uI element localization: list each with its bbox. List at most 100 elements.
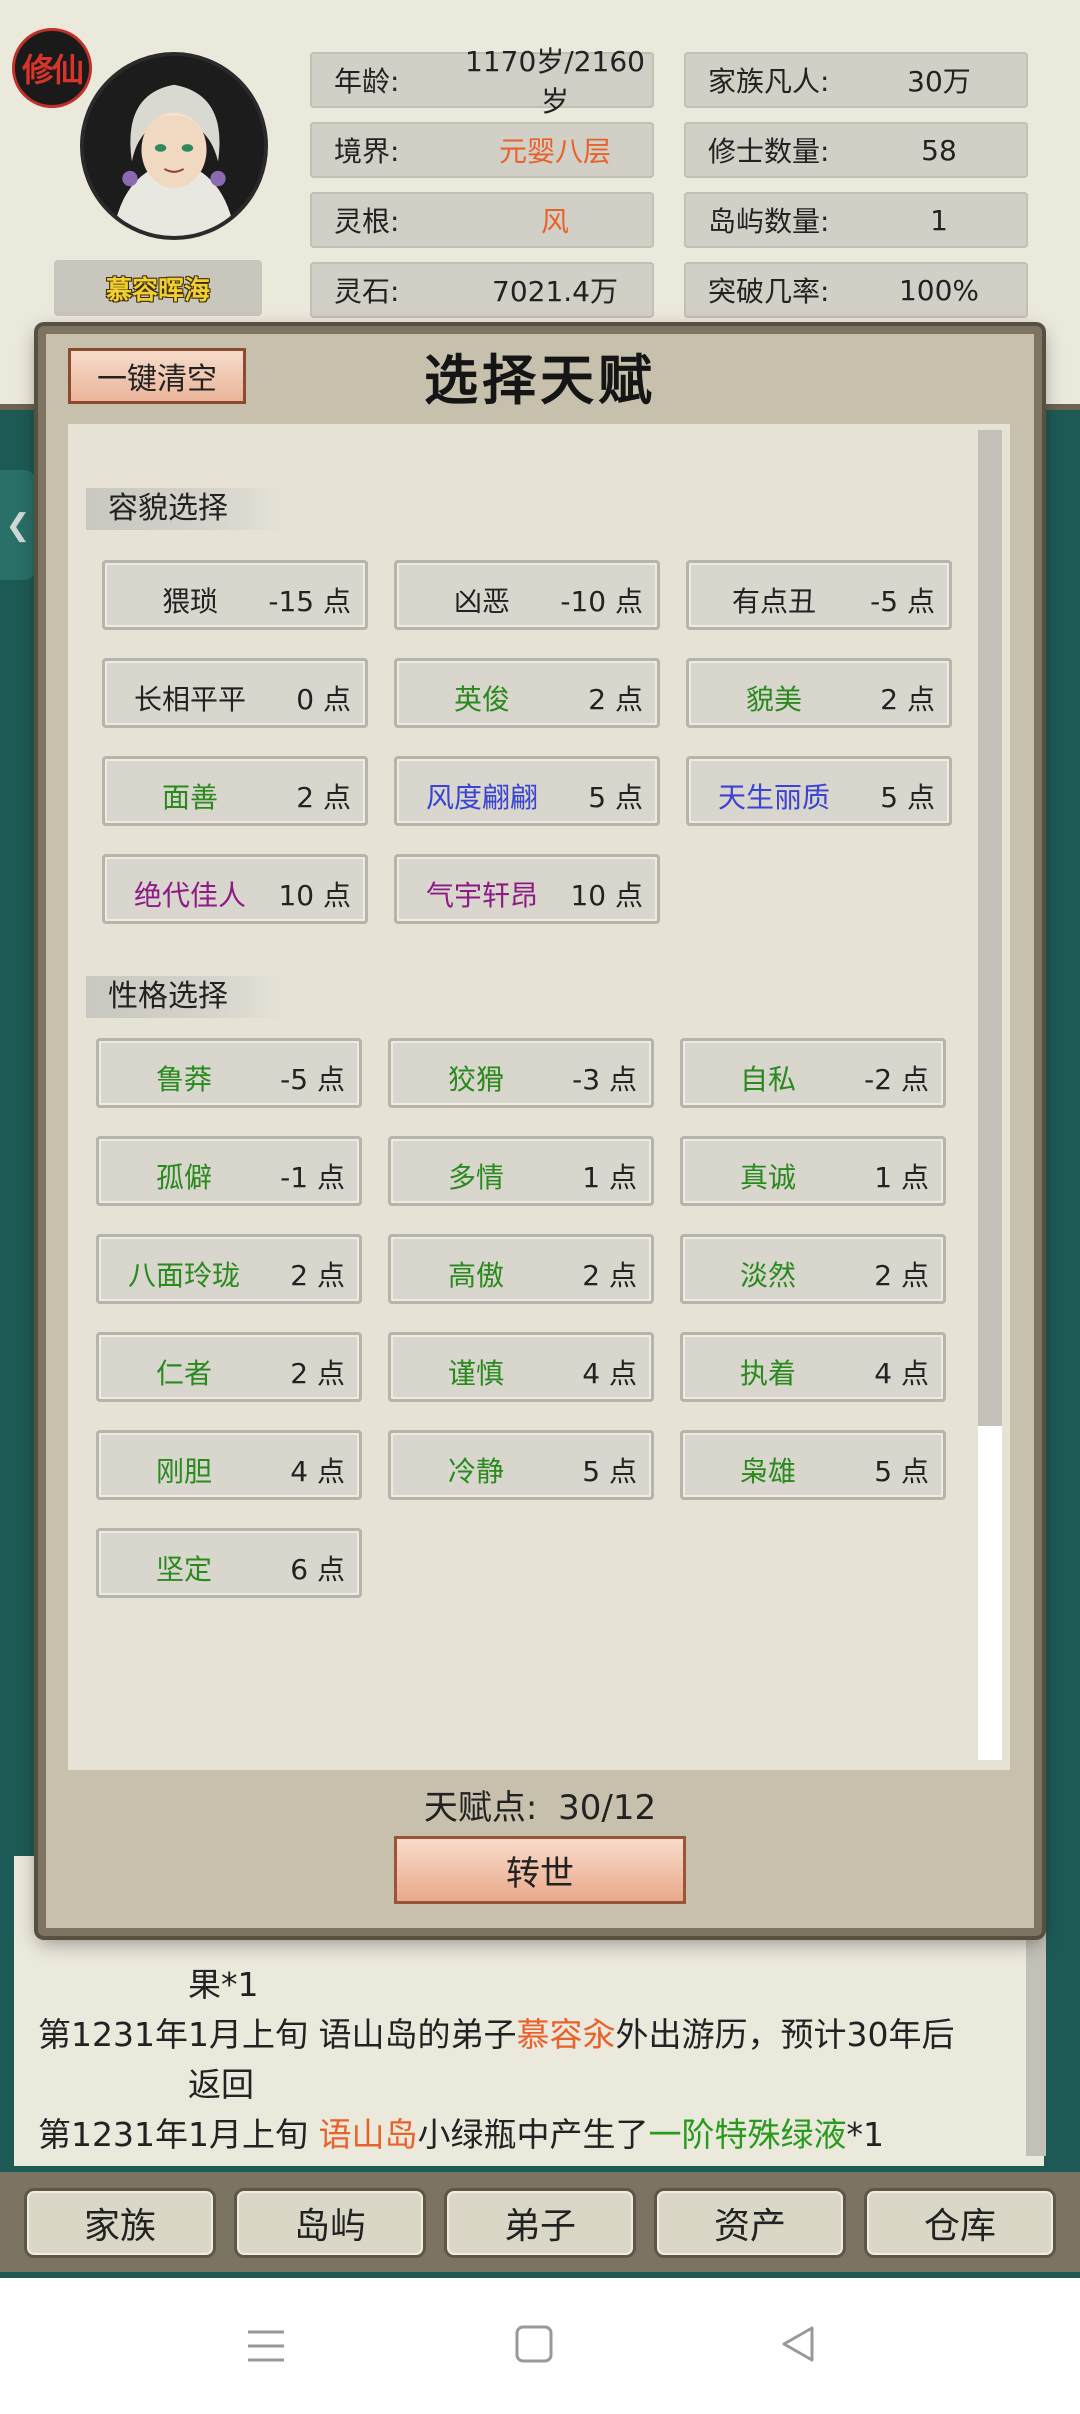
- stat-label: 岛屿数量:: [708, 205, 830, 238]
- talent-option[interactable]: 有点丑 -5 点: [686, 560, 952, 630]
- modal-title: 选择天赋: [424, 348, 656, 412]
- stat-island-count: 岛屿数量: 1: [684, 192, 1028, 248]
- talent-option[interactable]: 冷静 5 点: [388, 1430, 654, 1500]
- log-text: 外出游历，预计30年后: [615, 2015, 955, 2054]
- talent-option[interactable]: 气宇轩昂 10 点: [394, 854, 660, 924]
- stat-label: 突破几率:: [708, 275, 830, 308]
- talent-option[interactable]: 天生丽质 5 点: [686, 756, 952, 826]
- menu-icon[interactable]: [244, 2324, 288, 2368]
- talent-option[interactable]: 猥琐 -15 点: [102, 560, 368, 630]
- stat-label: 家族凡人:: [708, 65, 830, 98]
- talent-option[interactable]: 凶恶 -10 点: [394, 560, 660, 630]
- reincarnate-button[interactable]: 转世: [394, 1836, 686, 1904]
- talent-name: 有点丑: [731, 585, 816, 618]
- talent-option[interactable]: 面善 2 点: [102, 756, 368, 826]
- talent-option[interactable]: 淡然 2 点: [680, 1234, 946, 1304]
- nav-island-button[interactable]: 岛屿: [234, 2188, 426, 2258]
- talent-name: 自私: [739, 1063, 796, 1096]
- talent-option[interactable]: 仁者 2 点: [96, 1332, 362, 1402]
- character-avatar[interactable]: [80, 52, 268, 240]
- log-line: 返回: [188, 2060, 254, 2110]
- left-arrow-icon[interactable]: ❮: [0, 470, 36, 580]
- talent-points: 0 点: [296, 683, 351, 716]
- personality-section-title: 性格选择: [86, 976, 286, 1018]
- talent-points: 5 点: [582, 1455, 637, 1488]
- stat-value: 元婴八层: [498, 135, 611, 168]
- talent-option[interactable]: 高傲 2 点: [388, 1234, 654, 1304]
- talent-points: 5 点: [874, 1455, 929, 1488]
- talent-option[interactable]: 长相平平 0 点: [102, 658, 368, 728]
- talent-points: 2 点: [290, 1259, 345, 1292]
- nav-disciples-button[interactable]: 弟子: [444, 2188, 636, 2258]
- talent-name: 凶恶: [453, 585, 510, 618]
- game-seal-logo: 修仙: [12, 28, 92, 108]
- talent-option[interactable]: 真诚 1 点: [680, 1136, 946, 1206]
- home-icon[interactable]: [514, 2324, 554, 2364]
- talent-option[interactable]: 英俊 2 点: [394, 658, 660, 728]
- talent-points: -5 点: [870, 585, 935, 618]
- talent-option[interactable]: 多情 1 点: [388, 1136, 654, 1206]
- clear-all-button[interactable]: 一键清空: [68, 348, 246, 404]
- talent-points: -15 点: [268, 585, 351, 618]
- talent-option[interactable]: 自私 -2 点: [680, 1038, 946, 1108]
- stat-spirit-root: 灵根: 风: [310, 192, 654, 248]
- talent-points: 2 点: [290, 1357, 345, 1390]
- talent-option[interactable]: 貌美 2 点: [686, 658, 952, 728]
- talent-points: -5 点: [280, 1063, 345, 1096]
- talent-option[interactable]: 执着 4 点: [680, 1332, 946, 1402]
- stat-label: 年龄:: [334, 65, 400, 98]
- talent-name: 猥琐: [161, 585, 218, 618]
- talent-name: 狡猾: [447, 1063, 504, 1096]
- talent-option[interactable]: 八面玲珑 2 点: [96, 1234, 362, 1304]
- talent-option[interactable]: 孤僻 -1 点: [96, 1136, 362, 1206]
- talent-name: 八面玲珑: [127, 1259, 240, 1292]
- talent-points: 2 点: [588, 683, 643, 716]
- talent-name: 执着: [739, 1357, 796, 1390]
- talent-name: 孤僻: [155, 1161, 212, 1194]
- talent-name: 天生丽质: [717, 781, 830, 814]
- talent-points-display: 天赋点: 30/12: [0, 1780, 1080, 1829]
- stat-spirit-stones: 灵石: 7021.4万: [310, 262, 654, 318]
- talent-option[interactable]: 鲁莽 -5 点: [96, 1038, 362, 1108]
- talent-name: 谨慎: [447, 1357, 504, 1390]
- talent-points: 4 点: [290, 1455, 345, 1488]
- talent-points-label: 天赋点:: [423, 1788, 538, 1828]
- log-item-name: 一阶特殊绿液: [648, 2115, 847, 2154]
- nav-warehouse-button[interactable]: 仓库: [864, 2188, 1056, 2258]
- talent-points: -1 点: [280, 1161, 345, 1194]
- stat-breakthrough-rate: 突破几率: 100%: [684, 262, 1028, 318]
- talent-option[interactable]: 谨慎 4 点: [388, 1332, 654, 1402]
- log-line: 第1231年1月上旬 语山岛小绿瓶中产生了一阶特殊绿液*1: [38, 2110, 884, 2160]
- talent-name: 绝代佳人: [133, 879, 246, 912]
- talent-name: 刚胆: [155, 1455, 212, 1488]
- talent-option[interactable]: 狡猾 -3 点: [388, 1038, 654, 1108]
- stat-value: 风: [540, 205, 569, 238]
- talent-points: 5 点: [880, 781, 935, 814]
- talent-option[interactable]: 枭雄 5 点: [680, 1430, 946, 1500]
- talent-name: 淡然: [739, 1259, 796, 1292]
- talent-name: 仁者: [155, 1357, 212, 1390]
- talent-points: 4 点: [874, 1357, 929, 1390]
- nav-family-button[interactable]: 家族: [24, 2188, 216, 2258]
- talent-name: 高傲: [447, 1259, 504, 1292]
- talent-scrollbar-thumb[interactable]: [978, 430, 1002, 1426]
- talent-points: -2 点: [864, 1063, 929, 1096]
- talent-points: 6 点: [290, 1553, 345, 1586]
- talent-option[interactable]: 刚胆 4 点: [96, 1430, 362, 1500]
- talent-option[interactable]: 坚定 6 点: [96, 1528, 362, 1598]
- talent-points: 5 点: [588, 781, 643, 814]
- talent-name: 貌美: [745, 683, 802, 716]
- log-text: 1月上旬 语山岛的弟子: [188, 2015, 517, 2054]
- talent-option[interactable]: 风度翩翩 5 点: [394, 756, 660, 826]
- stat-label: 灵根:: [334, 205, 400, 238]
- talent-option[interactable]: 绝代佳人 10 点: [102, 854, 368, 924]
- log-island-name: 语山岛: [318, 2115, 418, 2154]
- talent-points: -10 点: [560, 585, 643, 618]
- back-icon[interactable]: [778, 2324, 818, 2364]
- log-year: 第1231年: [38, 2115, 188, 2154]
- nav-assets-button[interactable]: 资产: [654, 2188, 846, 2258]
- talent-name: 鲁莽: [155, 1063, 212, 1096]
- talent-name: 长相平平: [133, 683, 246, 716]
- stat-value: 58: [921, 133, 957, 167]
- log-text: 返回: [188, 2065, 254, 2104]
